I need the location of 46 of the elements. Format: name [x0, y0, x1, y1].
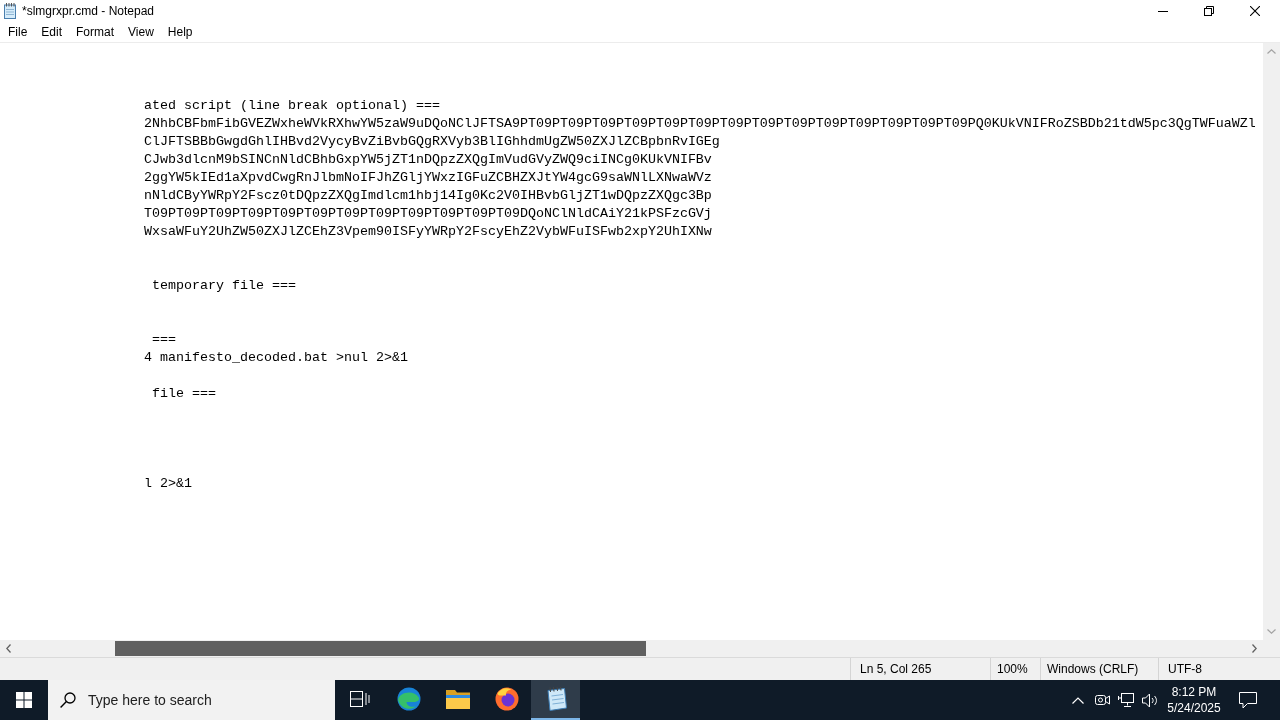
- clock-button[interactable]: 8:12 PM 5/24/2025: [1162, 680, 1226, 720]
- scrollbar-thumb[interactable]: [115, 641, 646, 656]
- restore-icon: [1204, 6, 1214, 16]
- text-line: CJwb3dlcnM9bSINCnNldCBhbGxpYW5jZT1nDQpzZXQgImVudGVyZWQ9ciINCg0KUkVNIFBv: [144, 152, 712, 167]
- text-line: nNldCByYWRpY2Fscz0tDQpzZXQgImdlcm1hbj14Ig0Kc2V0IHBvbGljZT1wDQpzZXQgc3Bp: [144, 188, 712, 203]
- chevron-right-icon[interactable]: [1252, 644, 1257, 653]
- close-icon: [1250, 6, 1260, 16]
- text-line: 2NhbCBFbmFibGVEZWxheWVkRXhwYW5zaW9uDQoNClJFTSA9PT09PT09PT09PT09PT09PT09PT09PT09PT09PT09PT09PT09PT09PT09PQ0KUkVNIFRoZSBDb21tdW5pc3QgTWFuaWZl: [144, 116, 1256, 131]
- notification-icon: [1239, 691, 1257, 709]
- text-line: WxsaWFuY2UhZW50ZXJlZCEhZ3Vpem90ISFyYWRpY2FscyEhZ2VybWFuISFwb2xpY2UhIXNw: [144, 224, 712, 239]
- search-field[interactable]: Type here to search: [48, 680, 335, 720]
- folder-icon: [445, 689, 470, 709]
- chevron-up-icon: [1072, 696, 1084, 704]
- zoom-level: 100%: [997, 662, 1028, 676]
- windows-logo-icon: [16, 692, 32, 708]
- text-encoding: UTF-8: [1168, 662, 1202, 676]
- line-ending: Windows (CRLF): [1047, 662, 1139, 676]
- text-line: ===: [151, 332, 176, 347]
- notebook-icon: [4, 3, 16, 19]
- menu-item[interactable]: Format: [69, 22, 122, 42]
- menu-item[interactable]: File: [1, 22, 35, 42]
- text-line: ClJFTSBBbGwgdGhlIHBvd2VycyBvZiBvbGQgRXVyb3BlIGhhdmUgZW50ZXJlZCBpbnRvIGEg: [144, 134, 720, 149]
- task-view-icon: [349, 691, 370, 707]
- network-icon: [1118, 692, 1134, 708]
- speaker-icon: [1142, 692, 1158, 708]
- menu-item[interactable]: Edit: [34, 22, 70, 42]
- horizontal-scrollbar[interactable]: [0, 640, 1263, 657]
- taskbar-app-button[interactable]: [531, 680, 580, 720]
- text-line: ated script (line break optional) ===: [144, 98, 440, 113]
- notebook-icon: [544, 687, 567, 711]
- minimize-icon: [1158, 10, 1168, 12]
- search-icon: [60, 692, 76, 708]
- cursor-position: Ln 5, Col 265: [860, 662, 932, 676]
- text-line: 4 manifesto_decoded.bat >nul 2>&1: [144, 350, 408, 365]
- window-title: *slmgrxpr.cmd - Notepad: [22, 4, 155, 18]
- text-line: 2ggYW5kIEd1aXpvdCwgRnJlbmNoIFJhZGljYWxzIGFuZCBHZXJtYW4gcG9saWNlLXNwaWVz: [144, 170, 712, 185]
- text-line: temporary file ===: [151, 278, 296, 293]
- menu-item[interactable]: Help: [160, 22, 200, 42]
- text-line: T09PT09PT09PT09PT09PT09PT09PT09PT09PT09PT09PT09DQoNClNldCAiY21kPSFzcGVj: [144, 206, 712, 221]
- swirl-icon: [396, 687, 421, 711]
- text-line: l 2>&1: [144, 476, 192, 491]
- camera-icon: [1094, 693, 1110, 707]
- flame-globe-icon: [494, 687, 519, 711]
- menu-item[interactable]: View: [121, 22, 161, 42]
- text-line: file ===: [151, 386, 216, 401]
- chevron-left-icon[interactable]: [6, 644, 11, 653]
